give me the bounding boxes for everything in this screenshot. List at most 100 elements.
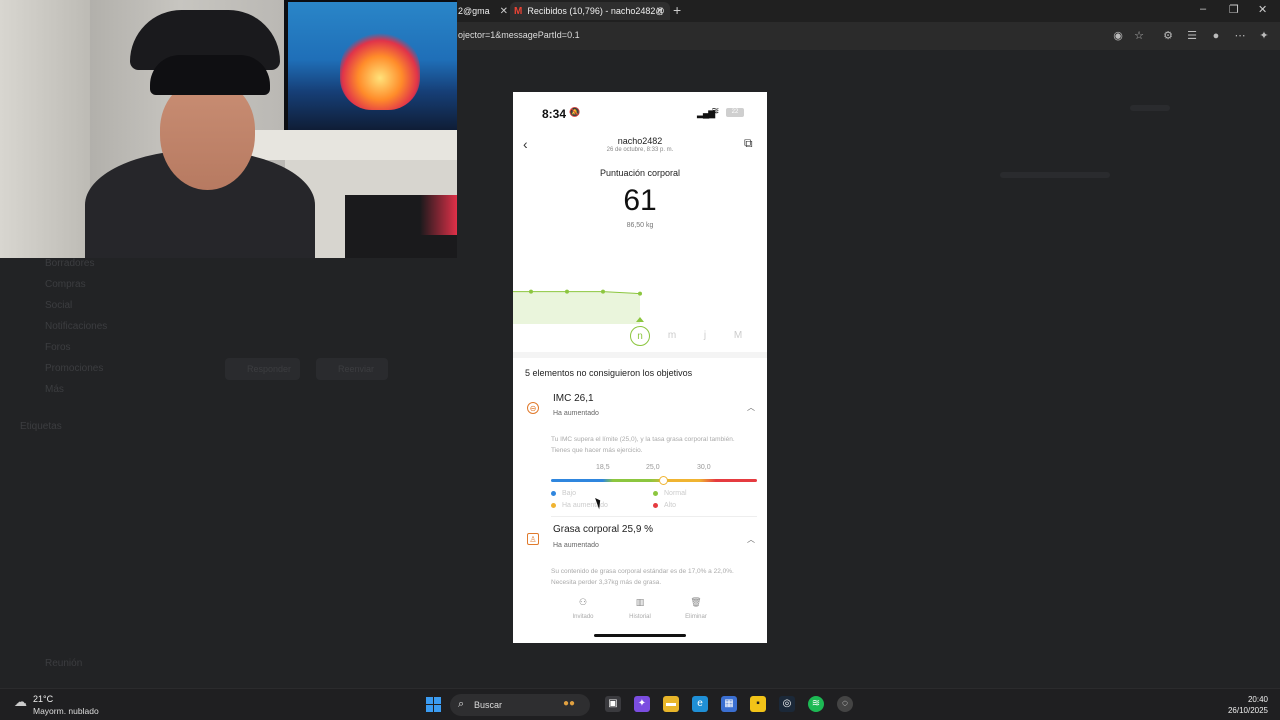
battery-icon: 22 bbox=[726, 108, 744, 117]
ghost-line bbox=[1000, 172, 1110, 178]
profile-icon[interactable]: ● bbox=[1208, 28, 1224, 44]
bar-chart-icon: ▥ bbox=[635, 597, 645, 607]
sidebar-item[interactable]: Notificaciones bbox=[45, 321, 107, 332]
body-fat-name: Grasa corporal 25,9 % bbox=[553, 524, 654, 535]
file-explorer-icon[interactable]: ▬ bbox=[663, 696, 679, 712]
day-pill-n[interactable]: n bbox=[630, 326, 650, 346]
desk bbox=[250, 130, 457, 160]
clock-date[interactable]: 26/10/2025 bbox=[1218, 706, 1268, 715]
day-pill-m[interactable]: m bbox=[662, 326, 682, 346]
legend-label: Alto bbox=[664, 502, 677, 509]
search-highlight-icon: ●● bbox=[563, 698, 576, 709]
legend-label: Bajo bbox=[562, 490, 577, 497]
eye-icon[interactable]: ◉ bbox=[1110, 28, 1126, 44]
trend-point[interactable] bbox=[601, 289, 605, 294]
person-face bbox=[160, 80, 255, 190]
new-tab-icon[interactable]: + bbox=[673, 2, 681, 18]
body-score: 61 bbox=[623, 184, 657, 217]
search-label: Buscar bbox=[474, 700, 503, 710]
nav-label: Eliminar bbox=[685, 614, 707, 620]
phone-screenshot: 8:34 🔕 ▂▄▆ ≋ 22 ‹ nacho2482 26 de octubr… bbox=[513, 92, 767, 643]
delete-button[interactable]: 🗑 Eliminar bbox=[666, 597, 726, 620]
status-time: 8:34 bbox=[542, 107, 567, 121]
search-icon: ⌕ bbox=[458, 698, 465, 710]
favorites-icon[interactable]: ☰ bbox=[1184, 28, 1200, 44]
store-icon[interactable]: ▦ bbox=[721, 696, 737, 712]
weather-temp[interactable]: 21°C bbox=[33, 694, 53, 704]
close-tab-icon[interactable]: ✕ bbox=[500, 6, 508, 17]
trend-point[interactable] bbox=[638, 291, 642, 296]
sidebar-item[interactable]: Promociones bbox=[45, 363, 103, 374]
guest-button[interactable]: ⚇ Invitado bbox=[553, 597, 613, 620]
gmail-icon: M bbox=[514, 5, 523, 17]
more-icon[interactable]: ⋯ bbox=[1232, 28, 1248, 44]
tick-label: 25,0 bbox=[646, 464, 660, 471]
bmi-name: IMC 26,1 bbox=[553, 393, 594, 404]
sidebar-item[interactable]: Borradores bbox=[45, 258, 94, 269]
close-window-icon[interactable]: ✕ bbox=[1258, 3, 1267, 16]
sidebar-item[interactable]: Social bbox=[45, 300, 72, 311]
day-pill-j[interactable]: j bbox=[695, 326, 715, 346]
labels-heading: Etiquetas bbox=[20, 421, 62, 432]
person-cap bbox=[150, 55, 270, 95]
bmi-status: Ha aumentado bbox=[553, 410, 599, 417]
body-fat-description: Su contenido de grasa corporal estándar … bbox=[551, 568, 734, 586]
legend-bajo: Bajo bbox=[551, 490, 576, 497]
sidebar-item[interactable]: Foros bbox=[45, 342, 71, 353]
extensions-icon[interactable]: ⚙ bbox=[1160, 28, 1176, 44]
legend-dot bbox=[551, 490, 556, 496]
forward-button[interactable]: Reenviar bbox=[316, 358, 388, 380]
copilot-app-icon[interactable]: ✦ bbox=[634, 696, 650, 712]
tab-gmail-account[interactable]: 2@gma ✕ bbox=[458, 2, 508, 20]
legend-label: Normal bbox=[664, 490, 687, 497]
day-pill-M[interactable]: M bbox=[728, 326, 748, 346]
star-icon[interactable]: ☆ bbox=[1131, 28, 1147, 44]
bmi-scale-bar bbox=[551, 479, 757, 482]
start-windows-icon[interactable] bbox=[426, 697, 441, 712]
history-button[interactable]: ▥ Historial bbox=[610, 597, 670, 620]
app-icon[interactable]: ◌ bbox=[837, 696, 853, 712]
spotify-icon[interactable]: ≋ bbox=[808, 696, 824, 712]
steam-icon[interactable]: ◎ bbox=[779, 696, 795, 712]
edge-icon[interactable]: e bbox=[692, 696, 708, 712]
close-tab-icon[interactable]: ✕ bbox=[656, 6, 664, 17]
trend-point[interactable] bbox=[565, 289, 569, 294]
weather-icon[interactable]: ☁ bbox=[14, 694, 27, 710]
copilot-icon[interactable]: ✦ bbox=[1256, 28, 1272, 44]
item-separator bbox=[551, 516, 757, 517]
bmi-description: Tu IMC supera el límite (25,0), y la tas… bbox=[551, 436, 735, 454]
tab-label: Recibidos (10,796) - nacho2482@ bbox=[527, 6, 665, 16]
section-divider bbox=[513, 352, 767, 358]
reply-button[interactable]: Responder bbox=[225, 358, 300, 380]
profile-name: nacho2482 bbox=[617, 136, 663, 146]
sticky-notes-icon[interactable]: ▪ bbox=[750, 696, 766, 712]
wifi-icon: ≋ bbox=[711, 106, 720, 117]
share-icon[interactable]: ⧉ bbox=[744, 136, 753, 151]
measurement-date: 26 de octubre, 8:33 p. m. bbox=[606, 147, 674, 153]
sidebar-item[interactable]: Más bbox=[45, 384, 64, 395]
fireplace-image bbox=[340, 30, 420, 110]
collapse-chevron-icon[interactable]: ︿ bbox=[747, 534, 755, 545]
day-selector: n m j M bbox=[513, 326, 767, 348]
restore-icon[interactable]: ❐ bbox=[1229, 3, 1239, 16]
clock-time[interactable]: 20:40 bbox=[1242, 695, 1268, 704]
legend-dot bbox=[551, 502, 556, 508]
sidebar-item[interactable]: Compras bbox=[45, 279, 86, 290]
tab-recibidos[interactable]: M Recibidos (10,796) - nacho2482@ ✕ bbox=[510, 2, 670, 20]
url-field[interactable]: ojector=1&messagePartId=0.1 bbox=[458, 30, 580, 40]
taskbar-search[interactable]: ⌕ Buscar ●● bbox=[450, 694, 590, 716]
person-icon: ⚇ bbox=[578, 597, 588, 607]
trend-point[interactable] bbox=[529, 289, 533, 294]
pc-glow bbox=[420, 195, 457, 235]
goals-failed-title: 5 elementos no consiguieron los objetivo… bbox=[525, 368, 693, 378]
bmi-scale-ticks: 18,5 25,0 30,0 bbox=[551, 464, 757, 474]
ghost-line bbox=[1130, 105, 1170, 111]
weather-desc[interactable]: Mayorm. nublado bbox=[33, 706, 99, 716]
collapse-chevron-icon[interactable]: ︿ bbox=[747, 402, 755, 413]
bmi-icon: ⊖ bbox=[527, 402, 539, 414]
task-view-icon[interactable]: ▣ bbox=[605, 696, 621, 712]
meet-item[interactable]: Reunión bbox=[45, 658, 82, 669]
legend-dot bbox=[653, 502, 658, 508]
phone-bottom-nav: ⚇ Invitado ▥ Historial 🗑 Eliminar bbox=[513, 597, 767, 633]
minimize-icon[interactable]: – bbox=[1200, 3, 1206, 15]
